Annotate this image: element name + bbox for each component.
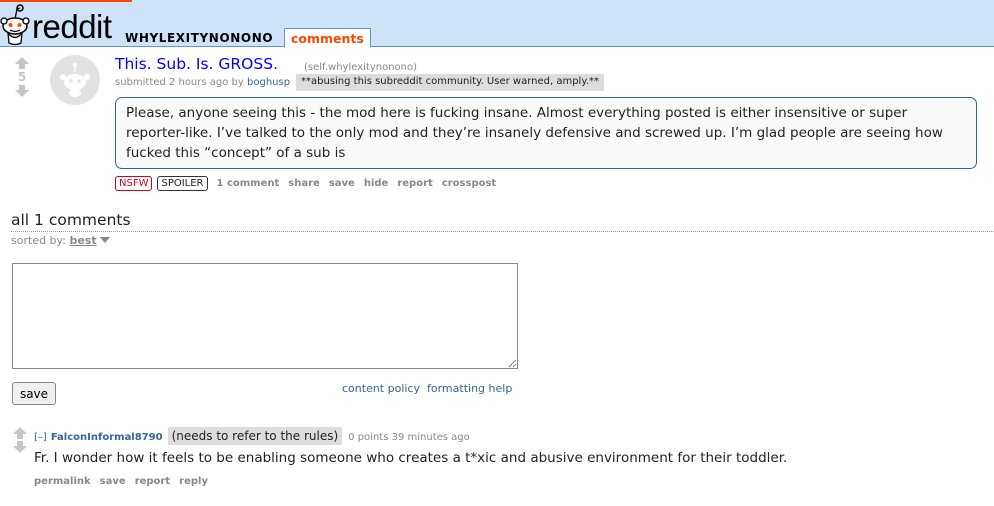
post-score: 5 xyxy=(17,70,27,84)
sort-menu: sorted by: best xyxy=(11,234,110,247)
comment-textarea[interactable] xyxy=(12,263,518,369)
post-author-link[interactable]: boghusp xyxy=(247,77,290,88)
tab-comments[interactable]: comments xyxy=(284,28,371,48)
formatting-help-link[interactable]: formatting help xyxy=(427,382,512,395)
reply-help-links: content policy formatting help xyxy=(342,382,519,395)
post-domain[interactable]: (self.whylexitynonono) xyxy=(304,62,417,73)
save-comment-button[interactable]: save xyxy=(12,382,56,405)
comments-count-link[interactable]: 1 comment xyxy=(217,178,280,189)
submitted-text: submitted 2 hours ago by xyxy=(115,77,244,88)
report-link[interactable]: report xyxy=(397,178,432,189)
default-self-post-thumbnail-icon xyxy=(60,63,90,97)
post-thumbnail[interactable] xyxy=(50,55,100,105)
upvote-arrow-icon[interactable] xyxy=(12,57,32,69)
reddit-wordmark: reddit xyxy=(32,8,112,45)
downvote-arrow-icon[interactable] xyxy=(12,85,32,97)
chevron-down-icon[interactable] xyxy=(99,237,110,243)
divider xyxy=(11,231,994,232)
sort-dropdown[interactable]: best xyxy=(69,234,96,247)
permalink-link[interactable]: permalink xyxy=(34,476,91,487)
reply-link[interactable]: reply xyxy=(179,476,208,487)
comment-points: 0 points xyxy=(348,432,389,443)
site-header: reddit WHYLEXITYNONONO comments xyxy=(0,0,994,48)
post-tagline: submitted 2 hours ago by boghusp xyxy=(115,77,290,88)
comment-time: 39 minutes ago xyxy=(391,432,470,443)
comment-buttons: permalink save report reply xyxy=(34,476,217,487)
reddit-alien-icon xyxy=(0,4,30,46)
comment-tagline: [–] FalconInformal8790 (needs to refer to … xyxy=(34,427,470,445)
comments-heading: all 1 comments xyxy=(11,211,131,229)
sorted-by-label: sorted by: xyxy=(11,234,66,247)
nsfw-badge: NSFW xyxy=(115,176,153,191)
reddit-logo[interactable]: reddit xyxy=(0,2,112,46)
resize-grip-icon[interactable] xyxy=(507,358,517,368)
downvote-arrow-icon[interactable] xyxy=(10,441,30,453)
post-user-flair: **abusing this subreddit community. User… xyxy=(296,74,605,91)
comment-vote-column xyxy=(10,427,30,453)
comment-user-flair: (needs to refer to the rules) xyxy=(167,427,343,445)
comment-save-link[interactable]: save xyxy=(100,476,126,487)
upvote-arrow-icon[interactable] xyxy=(10,427,30,439)
hide-link[interactable]: hide xyxy=(364,178,389,189)
post-vote-column: 5 xyxy=(12,57,32,97)
content-policy-link[interactable]: content policy xyxy=(342,382,420,395)
save-link[interactable]: save xyxy=(329,178,355,189)
post-buttons: NSFW SPOILER 1 comment share save hide report c… xyxy=(115,176,505,192)
post-body: Please, anyone seeing this - the mod her… xyxy=(115,97,977,169)
comment-author-link[interactable]: FalconInformal8790 xyxy=(51,432,163,443)
post-title-link[interactable]: This. Sub. Is. GROSS. xyxy=(115,55,278,73)
share-link[interactable]: share xyxy=(288,178,320,189)
subreddit-name-link[interactable]: WHYLEXITYNONONO xyxy=(125,31,273,45)
comment-report-link[interactable]: report xyxy=(135,476,170,487)
comment-body: Fr. I wonder how it feels to be enabling… xyxy=(34,450,788,466)
collapse-toggle[interactable]: [–] xyxy=(34,432,47,443)
spoiler-badge: SPOILER xyxy=(157,176,208,191)
crosspost-link[interactable]: crosspost xyxy=(442,178,496,189)
